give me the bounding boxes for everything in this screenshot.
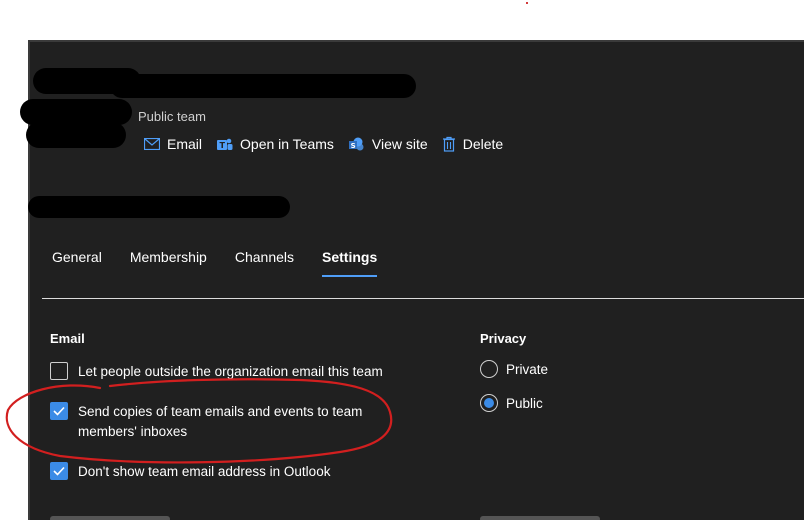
tab-general[interactable]: General: [52, 249, 102, 277]
email-action[interactable]: Email: [144, 136, 202, 152]
email-section-title: Email: [50, 331, 85, 346]
sharepoint-icon: S: [348, 137, 364, 150]
tab-membership[interactable]: Membership: [130, 249, 207, 277]
external-email-checkbox[interactable]: [50, 362, 68, 380]
hide-address-checkbox[interactable]: [50, 462, 68, 480]
privacy-public-option[interactable]: Public: [480, 394, 543, 412]
send-copies-option[interactable]: Send copies of team emails and events to…: [50, 402, 370, 442]
email-action-label: Email: [167, 136, 203, 152]
tab-settings[interactable]: Settings: [322, 249, 378, 277]
send-copies-checkbox[interactable]: [50, 402, 68, 420]
tab-channels[interactable]: Channels: [235, 249, 294, 277]
trash-icon: [442, 136, 455, 152]
checkmark-icon: [53, 466, 65, 476]
radio-selected-dot: [484, 398, 494, 408]
delete-label: Delete: [462, 136, 504, 152]
redacted-team-name: [110, 74, 416, 98]
open-in-teams-label: Open in Teams: [240, 136, 334, 152]
svg-text:S: S: [351, 141, 356, 149]
privacy-private-radio[interactable]: [480, 360, 498, 378]
delete-action[interactable]: Delete: [442, 136, 503, 152]
mail-icon: [144, 138, 160, 150]
external-email-label: Let people outside the organization emai…: [78, 364, 383, 379]
settings-tabs: General Membership Channels Settings: [52, 249, 405, 277]
privacy-private-option[interactable]: Private: [480, 360, 548, 378]
view-site-label: View site: [371, 136, 428, 152]
hide-address-option[interactable]: Don't show team email address in Outlook: [50, 462, 330, 482]
privacy-section-title: Privacy: [480, 331, 527, 346]
hide-address-label: Don't show team email address in Outlook: [78, 464, 331, 479]
teams-icon: T: [217, 138, 233, 150]
privacy-private-label: Private: [506, 361, 549, 377]
header-actions: Email T Open in Teams S View site Delete: [144, 136, 517, 152]
checkmark-icon: [53, 406, 65, 416]
external-email-option[interactable]: Let people outside the organization emai…: [50, 362, 383, 382]
cutoff-setting-text: [50, 516, 170, 520]
privacy-public-radio[interactable]: [480, 394, 498, 412]
open-in-teams-action[interactable]: T Open in Teams: [216, 136, 334, 152]
svg-text:T: T: [220, 141, 226, 150]
view-site-action[interactable]: S View site: [348, 136, 428, 152]
tabs-divider: [42, 298, 804, 299]
screenshot-stage: Public team Email T Open in Teams S View…: [0, 0, 804, 520]
redacted-avatar-part: [26, 122, 126, 148]
group-settings-panel: Public team Email T Open in Teams S View…: [20, 40, 804, 520]
cutoff-setting-text: [480, 516, 600, 520]
stray-mark: [526, 2, 528, 4]
redacted-section-heading: [28, 196, 290, 218]
team-type-label: Public team: [138, 109, 206, 124]
send-copies-label: Send copies of team emails and events to…: [78, 404, 363, 439]
privacy-public-label: Public: [506, 395, 543, 411]
